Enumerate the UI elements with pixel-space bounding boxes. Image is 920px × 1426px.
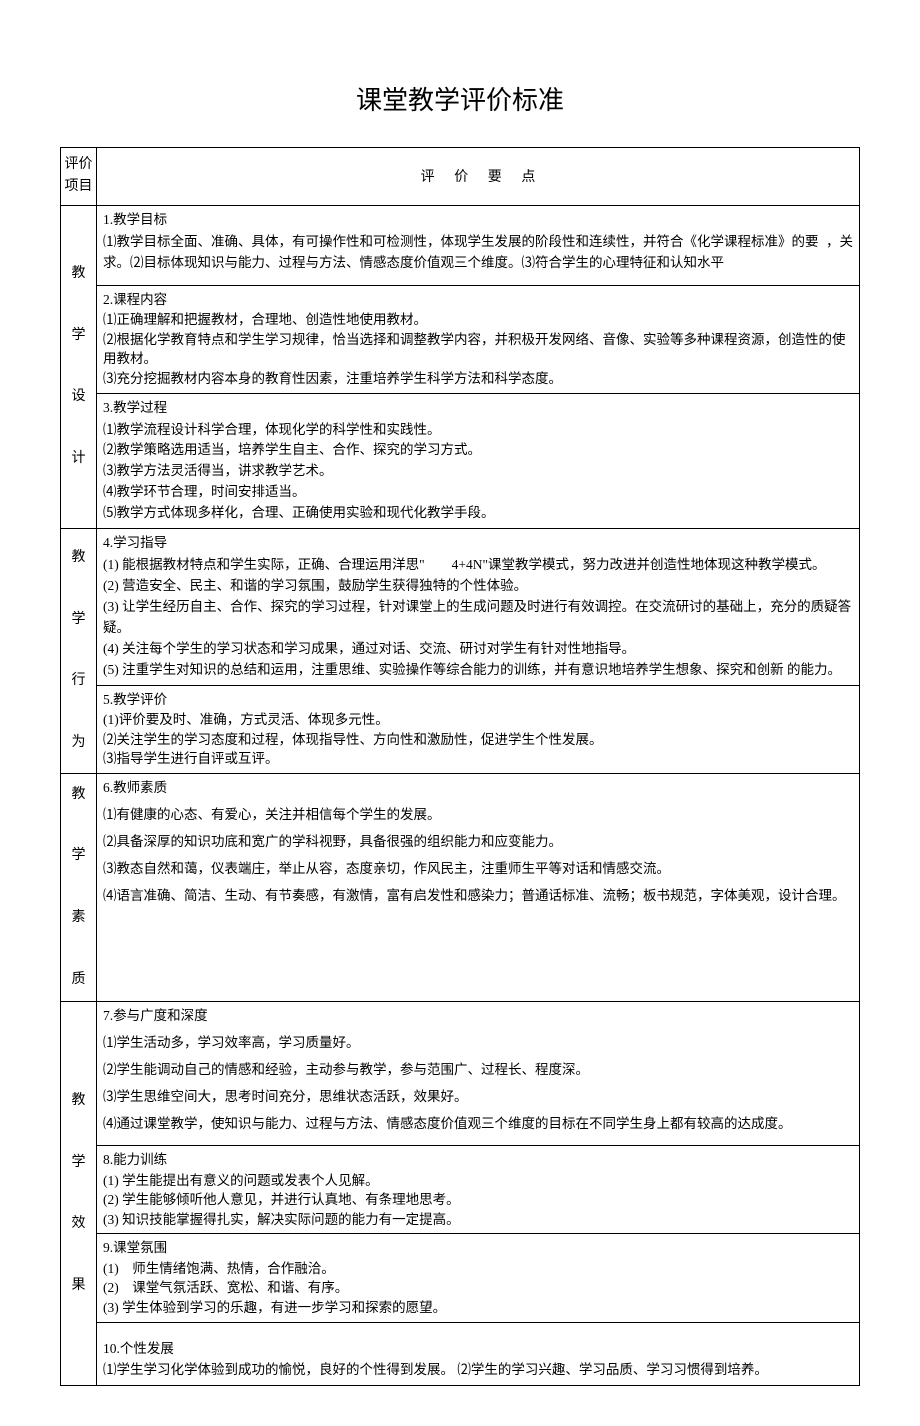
- item: ⑶充分挖掘教材内容本身的教育性因素，注重培养学生科学方法和科学态度。: [103, 369, 853, 389]
- section-title: 10.个性发展: [103, 1339, 853, 1360]
- section-title: 6.教师素质: [103, 778, 853, 799]
- section-8: 8.能力训练 (1) 学生能提出有意义的问题或发表个人见解。 (2) 学生能够倾…: [97, 1146, 860, 1234]
- section-title: 5.教学评价: [103, 690, 853, 710]
- item: ⑸教学方式体现多样化，合理、正确使用实验和现代化教学手段。: [103, 503, 853, 524]
- item: ⑵关注学生的学习态度和过程，体现指导性、方向性和激励性，促进学生个性发展。: [103, 730, 853, 750]
- section-title: 4.学习指导: [103, 533, 853, 554]
- item: ⑷语言准确、简洁、生动、有节奏感，有激情，富有启发性和感染力；普通话标准、流畅；…: [103, 886, 853, 907]
- item: ⑶学生思维空间大，思考时间充分，思维状态活跃，效果好。: [103, 1087, 853, 1108]
- section-10: 10.个性发展 ⑴学生学习化学体验到成功的愉悦，良好的个性得到发展。 ⑵学生的学…: [97, 1322, 860, 1386]
- table-row: 教 学 效 果 7.参与广度和深度 ⑴学生活动多，学习效率高，学习质量好。 ⑵学…: [61, 1002, 860, 1146]
- item: (2) 学生能够倾听他人意见，并进行认真地、有条理地思考。: [103, 1190, 853, 1210]
- item: (3) 让学生经历自主、合作、探究的学习过程，针对课堂上的生成问题及时进行有效调…: [103, 597, 853, 639]
- section-1: 1.教学目标 ，关 ⑴教学目标全面、准确、具体，有可操作性和可检测性，体现学生发…: [97, 205, 860, 285]
- section-title: 7.参与广度和深度: [103, 1006, 853, 1027]
- category-teaching-behavior: 教 学 行 为: [61, 529, 97, 774]
- category-teaching-design: 教 学 设 计: [61, 205, 97, 528]
- table-row: 10.个性发展 ⑴学生学习化学体验到成功的愉悦，良好的个性得到发展。 ⑵学生的学…: [61, 1322, 860, 1386]
- section-3: 3.教学过程 ⑴教学流程设计科学合理，体现化学的科学性和实践性。 ⑵教学策略选用…: [97, 393, 860, 529]
- header-col1: 评价 项目: [61, 148, 97, 206]
- item: ⑶教学方法灵活得当，讲求教学艺术。: [103, 461, 853, 482]
- category-teaching-effect: 教 学 效 果: [61, 1002, 97, 1386]
- item: ⑴有健康的心态、有爱心，关注并相信每个学生的发展。: [103, 805, 853, 826]
- item: (1) 师生情绪饱满、热情，合作融洽。: [103, 1259, 853, 1279]
- table-row: 教 学 设 计 1.教学目标 ，关 ⑴教学目标全面、准确、具体，有可操作性和可检…: [61, 205, 860, 285]
- table-row: 2.课程内容 ⑴正确理解和把握教材，合理地、创造性地使用教材。 ⑵根据化学教育特…: [61, 285, 860, 393]
- trailing-text: ，关: [822, 232, 853, 253]
- item: ⑴正确理解和把握教材，合理地、创造性地使用教材。: [103, 310, 853, 330]
- header-col2: 评价要点: [97, 148, 860, 206]
- item: (3) 学生体验到学习的乐趣，有进一步学习和探索的愿望。: [103, 1298, 853, 1318]
- category-teaching-quality: 教 学 素 质: [61, 773, 97, 1002]
- item: ⑴学生学习化学体验到成功的愉悦，良好的个性得到发展。 ⑵学生的学习兴趣、学习品质…: [103, 1360, 853, 1381]
- item: (2) 营造安全、民主、和谐的学习氛围，鼓励学生获得独特的个性体验。: [103, 576, 853, 597]
- table-row: 9.课堂氛围 (1) 师生情绪饱满、热情，合作融洽。 (2) 课堂气氛活跃、宽松…: [61, 1234, 860, 1322]
- item: ⑵具备深厚的知识功底和宽广的学科视野，具备很强的组织能力和应变能力。: [103, 832, 853, 853]
- item: (1)评价要及时、准确，方式灵活、体现多元性。: [103, 710, 853, 730]
- item: (5) 注重学生对知识的总结和运用，注重思维、实验操作等综合能力的训练，并有意识…: [103, 660, 853, 681]
- section-title: 8.能力训练: [103, 1150, 853, 1170]
- item: (2) 课堂气氛活跃、宽松、和谐、有序。: [103, 1278, 853, 1298]
- rubric-table: 评价 项目 评价要点 教 学 设 计 1.教学目标 ，关 ⑴教学目标全面、准确、…: [60, 147, 860, 1386]
- item: (3) 知识技能掌握得扎实，解决实际问题的能力有一定提高。: [103, 1210, 853, 1230]
- section-7: 7.参与广度和深度 ⑴学生活动多，学习效率高，学习质量好。 ⑵学生能调动自己的情…: [97, 1002, 860, 1146]
- item: (1) 能根据教材特点和学生实际，正确、合理运用洋思" 4+4N"课堂教学模式，…: [103, 555, 853, 576]
- section-5: 5.教学评价 (1)评价要及时、准确，方式灵活、体现多元性。 ⑵关注学生的学习态…: [97, 685, 860, 773]
- section-title: 2.课程内容: [103, 290, 853, 310]
- item: ，关 ⑴教学目标全面、准确、具体，有可操作性和可检测性，体现学生发展的阶段性和连…: [103, 232, 853, 274]
- item: (1) 学生能提出有意义的问题或发表个人见解。: [103, 1171, 853, 1191]
- item: ⑵学生能调动自己的情感和经验，主动参与教学，参与范围广、过程长、程度深。: [103, 1060, 853, 1081]
- item: ⑷教学环节合理，时间安排适当。: [103, 482, 853, 503]
- section-6: 6.教师素质 ⑴有健康的心态、有爱心，关注并相信每个学生的发展。 ⑵具备深厚的知…: [97, 773, 860, 1002]
- table-header-row: 评价 项目 评价要点: [61, 148, 860, 206]
- section-4: 4.学习指导 (1) 能根据教材特点和学生实际，正确、合理运用洋思" 4+4N"…: [97, 529, 860, 685]
- section-title: 1.教学目标: [103, 210, 853, 231]
- item: (4) 关注每个学生的学习状态和学习成果，通过对话、交流、研讨对学生有针对性地指…: [103, 639, 853, 660]
- table-row: 8.能力训练 (1) 学生能提出有意义的问题或发表个人见解。 (2) 学生能够倾…: [61, 1146, 860, 1234]
- item: ⑵教学策略选用适当，培养学生自主、合作、探究的学习方式。: [103, 440, 853, 461]
- item: ⑴学生活动多，学习效率高，学习质量好。: [103, 1033, 853, 1054]
- item: ⑵根据化学教育特点和学生学习规律，恰当选择和调整教学内容，并积极开发网络、音像、…: [103, 330, 853, 369]
- section-9: 9.课堂氛围 (1) 师生情绪饱满、热情，合作融洽。 (2) 课堂气氛活跃、宽松…: [97, 1234, 860, 1322]
- item: ⑶教态自然和蔼，仪表端庄，举止从容，态度亲切，作风民主，注重师生平等对话和情感交…: [103, 859, 853, 880]
- item: ⑶指导学生进行自评或互评。: [103, 749, 853, 769]
- section-title: 3.教学过程: [103, 398, 853, 419]
- page-title: 课堂教学评价标准: [60, 80, 860, 117]
- item: ⑷通过课堂教学，使知识与能力、过程与方法、情感态度价值观三个维度的目标在不同学生…: [103, 1114, 853, 1135]
- table-row: 3.教学过程 ⑴教学流程设计科学合理，体现化学的科学性和实践性。 ⑵教学策略选用…: [61, 393, 860, 529]
- item: ⑴教学流程设计科学合理，体现化学的科学性和实践性。: [103, 420, 853, 441]
- section-2: 2.课程内容 ⑴正确理解和把握教材，合理地、创造性地使用教材。 ⑵根据化学教育特…: [97, 285, 860, 393]
- table-row: 5.教学评价 (1)评价要及时、准确，方式灵活、体现多元性。 ⑵关注学生的学习态…: [61, 685, 860, 773]
- table-row: 教 学 行 为 4.学习指导 (1) 能根据教材特点和学生实际，正确、合理运用洋…: [61, 529, 860, 685]
- table-row: 教 学 素 质 6.教师素质 ⑴有健康的心态、有爱心，关注并相信每个学生的发展。…: [61, 773, 860, 1002]
- section-title: 9.课堂氛围: [103, 1238, 853, 1258]
